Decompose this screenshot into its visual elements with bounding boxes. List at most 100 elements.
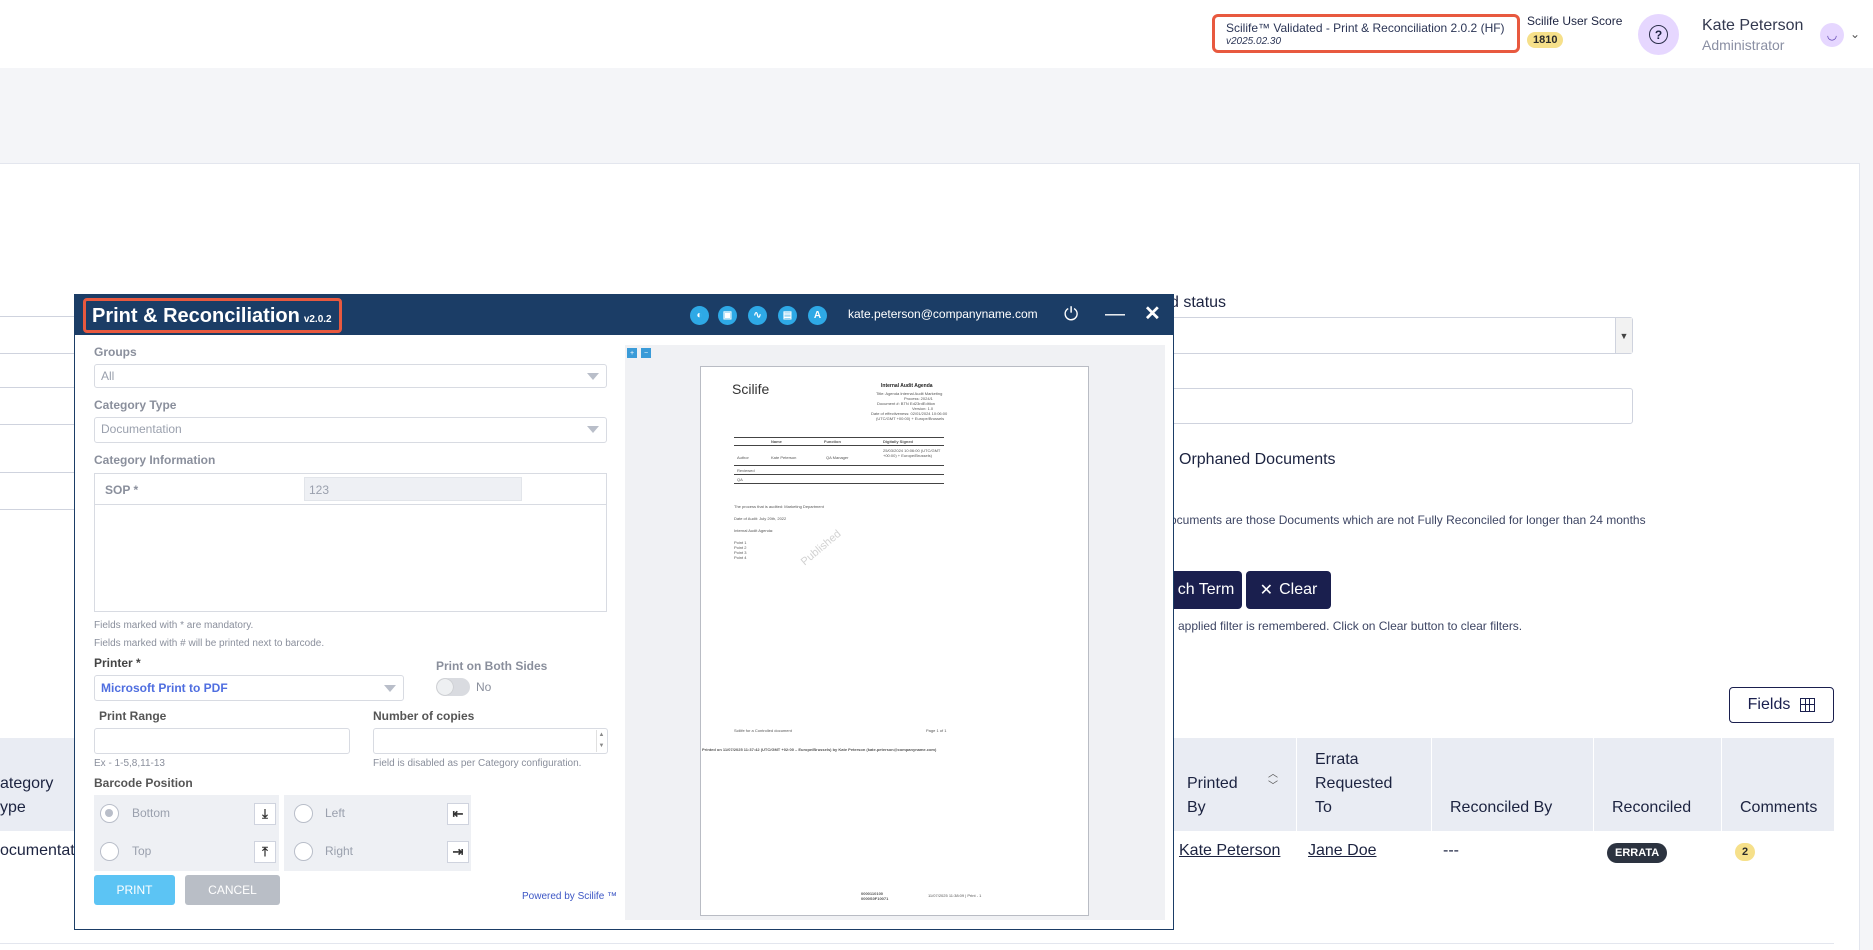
- sop-row: SOP * 123: [95, 474, 606, 505]
- top-header: Scilife™ Validated - Print & Reconciliat…: [0, 0, 1873, 68]
- font-icon[interactable]: A: [808, 306, 827, 325]
- mandatory-hint: Fields marked with * are mandatory.: [94, 620, 254, 631]
- print-range-hint: Ex - 1-5,8,11-13: [94, 758, 165, 769]
- orphaned-documents-label: Orphaned Documents: [1179, 451, 1336, 468]
- preview-th: Name: [771, 439, 782, 444]
- preview-cell: Kate Peterson: [771, 455, 797, 460]
- chevron-down-icon[interactable]: ⌄: [1850, 27, 1860, 41]
- print-range-label: Print Range: [99, 709, 167, 723]
- barcode-bottom-radio[interactable]: [100, 804, 119, 823]
- copies-hint: Field is disabled as per Category config…: [373, 758, 582, 769]
- col-comments[interactable]: Comments: [1740, 796, 1817, 820]
- search-term-button[interactable]: ch Term: [1170, 571, 1242, 609]
- sort-icon[interactable]: ︿ ﹀: [1268, 769, 1278, 793]
- contrast-icon[interactable]: ◐: [690, 306, 709, 325]
- user-name: Kate Peterson: [1702, 17, 1804, 34]
- barcode-cell: [94, 833, 279, 871]
- question-icon: ?: [1649, 25, 1668, 44]
- dialog-version: v2.0.2: [303, 314, 332, 325]
- minimize-icon[interactable]: —: [1105, 303, 1125, 325]
- help-button[interactable]: ?: [1638, 14, 1679, 55]
- barcode-top-radio[interactable]: [100, 842, 119, 861]
- status-filter-select[interactable]: ▼: [1170, 317, 1633, 354]
- printer-icon[interactable]: ▤: [778, 306, 797, 325]
- left-filter-box[interactable]: [0, 387, 80, 425]
- cell-printed-by[interactable]: Kate Peterson: [1179, 842, 1280, 860]
- close-icon: ✕: [1259, 582, 1274, 599]
- cell-errata-to[interactable]: Jane Doe: [1308, 842, 1377, 860]
- both-sides-toggle[interactable]: [436, 678, 470, 696]
- preview-rule: [734, 483, 944, 484]
- print-reconciliation-dialog: Print & Reconciliation v2.0.2 ◐ ▣ ∿ ▤ A …: [74, 294, 1174, 930]
- zoom-out-icon[interactable]: −: [641, 348, 651, 358]
- copies-input[interactable]: ▲ ▼: [373, 728, 608, 754]
- user-score: Scilife User Score 1810: [1527, 14, 1622, 48]
- select-arrow-icon: ▼: [1615, 318, 1632, 353]
- stepper-icon[interactable]: ▲ ▼: [596, 730, 606, 752]
- zoom-in-icon[interactable]: +: [627, 348, 637, 358]
- user-role: Administrator: [1702, 37, 1785, 53]
- comments-count-badge[interactable]: 2: [1735, 843, 1756, 861]
- arrow-left-icon: ⇤: [447, 803, 469, 825]
- preview-cell: QA: [737, 477, 743, 482]
- col-errata-requested-to[interactable]: Errata Requested To: [1315, 748, 1392, 820]
- left-filter-box[interactable]: [0, 472, 80, 510]
- barcode-cell: [94, 795, 279, 833]
- col-printed-by[interactable]: Printed By: [1187, 772, 1238, 820]
- barcode-right-radio[interactable]: [294, 842, 313, 861]
- filter-note: applied filter is remembered. Click on C…: [1178, 619, 1523, 633]
- category-info-panel: SOP * 123: [94, 473, 607, 612]
- header-separator: [1721, 738, 1722, 831]
- avatar-icon[interactable]: ◡: [1820, 23, 1844, 47]
- preview-doc-title: Internal Audit Agenda: [881, 383, 933, 389]
- status-badge: ERRATA: [1607, 843, 1668, 863]
- preview-body: The process that is audited: Marketing D…: [734, 504, 824, 509]
- preview-th: Function: [824, 439, 841, 444]
- barcode-left-radio[interactable]: [294, 804, 313, 823]
- preview-footer-left: Scilife for a Controlled document: [734, 728, 792, 733]
- header-separator: [1431, 738, 1432, 831]
- close-icon[interactable]: ✕: [1144, 303, 1161, 325]
- print-button[interactable]: PRINT: [94, 875, 175, 905]
- preview-logo: Scilife: [732, 381, 770, 397]
- version-title: Scilife™ Validated - Print & Reconciliat…: [1226, 21, 1505, 35]
- left-filter-box[interactable]: [0, 316, 80, 354]
- preview-rule: [734, 437, 944, 438]
- sop-field[interactable]: 123: [304, 477, 522, 501]
- preview-body: Date of Audit: July 20th, 2022: [734, 516, 787, 521]
- orphaned-note: ocuments are those Documents which are n…: [1170, 513, 1646, 527]
- clear-button[interactable]: ✕ Clear: [1246, 571, 1331, 609]
- status-filter-label: d status: [1170, 294, 1227, 311]
- col-reconciled[interactable]: Reconciled: [1612, 796, 1691, 820]
- activity-icon[interactable]: ∿: [748, 306, 767, 325]
- filter-input[interactable]: [1170, 388, 1633, 424]
- dialog-header: Print & Reconciliation v2.0.2 ◐ ▣ ∿ ▤ A …: [75, 295, 1173, 335]
- printer-select[interactable]: Microsoft Print to PDF: [94, 675, 404, 701]
- preview-rule: [734, 445, 944, 446]
- version-number: v2025.02.30: [1226, 36, 1282, 47]
- barcode-top-label: Top: [132, 844, 152, 858]
- sop-label: SOP *: [105, 483, 139, 497]
- both-sides-label: Print on Both Sides: [436, 659, 548, 673]
- preview-rule: [734, 474, 944, 475]
- powered-by: Powered by Scilife ™: [522, 891, 618, 902]
- col-reconciled-by[interactable]: Reconciled By: [1450, 796, 1552, 820]
- fields-label: Fields: [1747, 696, 1791, 713]
- groups-select[interactable]: All: [94, 364, 607, 388]
- preview-cell: Reviewed: [737, 468, 755, 473]
- cancel-button[interactable]: CANCEL: [185, 875, 280, 905]
- preview-body: Internal Audit Agenda:: [734, 528, 774, 533]
- preview-th: Digitally Signed: [883, 439, 914, 444]
- dialog-title-box: Print & Reconciliation v2.0.2: [83, 298, 342, 333]
- both-sides-value: No: [476, 680, 492, 694]
- print-range-input[interactable]: [94, 728, 350, 754]
- category-type-select[interactable]: Documentation: [94, 417, 607, 443]
- power-icon[interactable]: ⏻: [1064, 303, 1078, 325]
- preview-page: Scilife Internal Audit Agenda Title: Age…: [700, 366, 1089, 916]
- user-info[interactable]: Kate Peterson Administrator: [1702, 17, 1803, 53]
- monitor-icon[interactable]: ▣: [718, 306, 737, 325]
- col-category-type[interactable]: ategory ype: [0, 772, 60, 820]
- table-icon: [1800, 698, 1816, 712]
- preview-footer-right: Page 1 of 1: [926, 728, 947, 733]
- fields-button[interactable]: Fields: [1729, 687, 1834, 723]
